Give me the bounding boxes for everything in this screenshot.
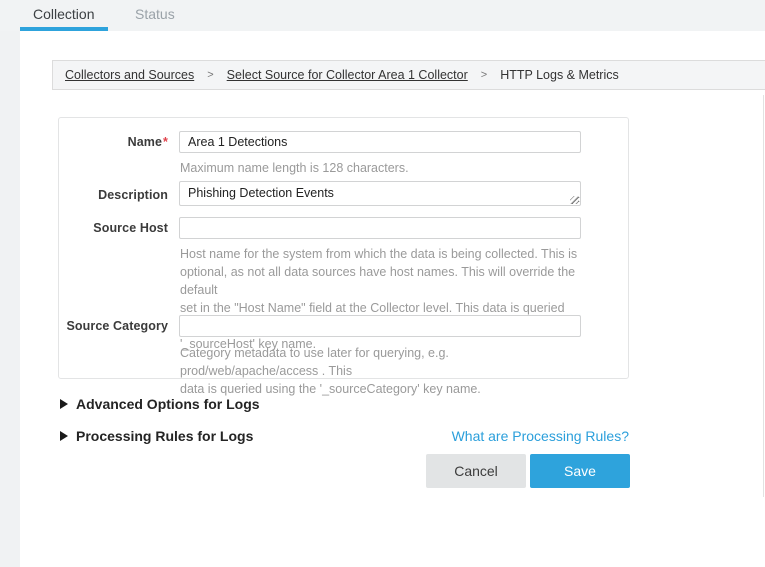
source-host-help-line: Host name for the system from which the …: [180, 245, 584, 263]
processing-rules-section-toggle[interactable]: Processing Rules for Logs: [76, 428, 253, 444]
active-tab-underline: [20, 27, 108, 31]
source-host-label: Source Host: [58, 221, 168, 235]
cancel-button[interactable]: Cancel: [426, 454, 526, 488]
breadcrumb: Collectors and Sources > Select Source f…: [52, 60, 765, 90]
description-label: Description: [58, 188, 168, 202]
name-label: Name*: [58, 135, 168, 149]
breadcrumb-separator: >: [207, 69, 213, 81]
save-button[interactable]: Save: [530, 454, 630, 488]
left-gutter: [0, 31, 20, 567]
content-right-border: [763, 95, 764, 497]
source-host-input[interactable]: [179, 217, 581, 239]
advanced-options-section-toggle[interactable]: Advanced Options for Logs: [76, 396, 260, 412]
name-input[interactable]: [179, 131, 581, 153]
source-config-page: { "tabs": { "collection": "Collection", …: [0, 0, 765, 567]
breadcrumb-select-source[interactable]: Select Source for Collector Area 1 Colle…: [227, 68, 468, 82]
what-are-processing-rules-link[interactable]: What are Processing Rules?: [452, 428, 629, 444]
description-textarea[interactable]: Phishing Detection Events: [179, 181, 581, 206]
collapsed-arrow-icon[interactable]: [60, 399, 68, 409]
collapsed-arrow-icon[interactable]: [60, 431, 68, 441]
breadcrumb-collectors-and-sources[interactable]: Collectors and Sources: [65, 68, 194, 82]
tab-bar: Collection Status: [0, 0, 765, 31]
source-category-help-text: Category metadata to use later for query…: [180, 344, 584, 398]
tab-status[interactable]: Status: [135, 6, 175, 22]
source-category-input[interactable]: [179, 315, 581, 337]
source-category-help-line: Category metadata to use later for query…: [180, 344, 584, 380]
required-asterisk: *: [163, 135, 168, 149]
breadcrumb-separator: >: [481, 69, 487, 81]
breadcrumb-current-page: HTTP Logs & Metrics: [500, 68, 619, 82]
name-label-text: Name: [128, 135, 162, 149]
source-host-help-line: optional, as not all data sources have h…: [180, 263, 584, 299]
source-category-label: Source Category: [58, 319, 168, 333]
tab-collection[interactable]: Collection: [33, 6, 94, 22]
name-help-text: Maximum name length is 128 characters.: [180, 159, 584, 177]
